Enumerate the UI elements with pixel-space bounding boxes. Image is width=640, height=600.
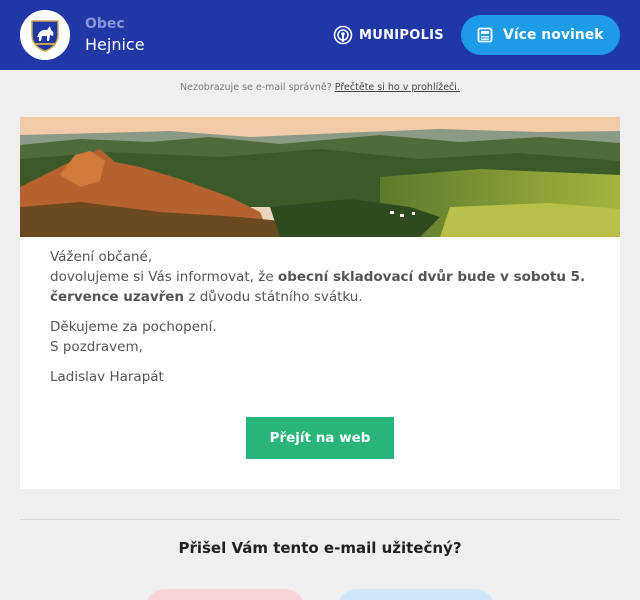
announcement-start: dovolujeme si Vás informovat, že: [50, 269, 278, 285]
thanks-text: Děkujeme za pochopení.: [50, 319, 217, 335]
newspaper-icon: [477, 27, 493, 43]
broadcast-icon: [333, 25, 353, 45]
greeting: Vážení občané,: [50, 249, 153, 265]
landscape-banner-image: [20, 117, 620, 237]
munipolis-logo[interactable]: MUNIPOLIS: [333, 24, 444, 46]
feedback-yes-button[interactable]: [145, 589, 305, 600]
view-in-browser-link[interactable]: Přečtěte si ho v prohlížeči.: [335, 82, 460, 93]
municipality-name: Hejnice: [85, 35, 145, 54]
message-card: Vážení občané, dovolujeme si Vás informo…: [20, 117, 620, 489]
announcement-end: z důvodu státního svátku.: [184, 289, 363, 305]
municipality-logo[interactable]: [20, 10, 70, 60]
message-body: Vážení občané, dovolujeme si Vás informo…: [50, 247, 600, 387]
municipality-type-label: Obec: [85, 16, 125, 32]
munipolis-brand: MUNIPOLIS: [359, 27, 444, 43]
more-news-label: Více novinek: [503, 27, 604, 43]
coat-of-arms-icon: [31, 20, 59, 52]
go-to-web-button[interactable]: Přejít na web: [246, 417, 394, 459]
signature: Ladislav Harapát: [50, 369, 164, 385]
feedback-question: Přišel Vám tento e-mail užitečný?: [178, 539, 462, 557]
regards-text: S pozdravem,: [50, 339, 143, 355]
header: Obec Hejnice MUNIPOLIS Více novinek: [0, 0, 640, 70]
notice-text: Nezobrazuje se e-mail správně?: [180, 82, 332, 93]
feedback-no-button[interactable]: [337, 589, 495, 600]
announcement: dovolujeme si Vás informovat, že obecní …: [50, 267, 600, 307]
more-news-button[interactable]: Více novinek: [461, 15, 620, 55]
section-divider: [20, 519, 620, 520]
view-in-browser-notice: Nezobrazuje se e-mail správně? Přečtěte …: [0, 82, 640, 93]
